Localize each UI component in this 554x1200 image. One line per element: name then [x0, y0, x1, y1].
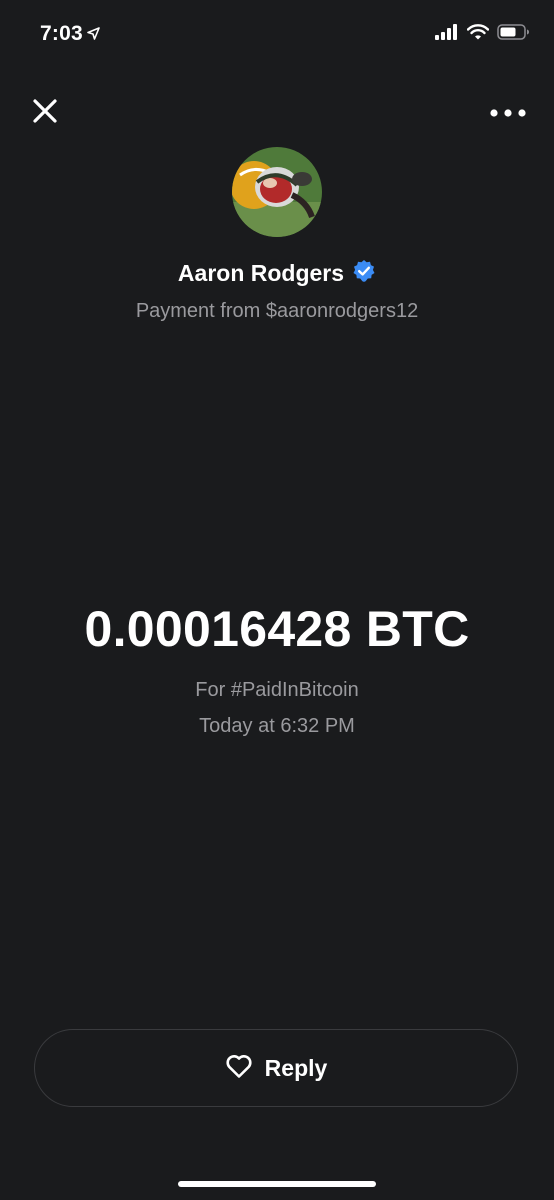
reply-label: Reply: [264, 1054, 328, 1081]
battery-icon: [497, 24, 530, 45]
close-button[interactable]: [28, 96, 62, 130]
sender-name: Aaron Rodgers: [177, 260, 345, 286]
more-options-button[interactable]: [488, 96, 528, 130]
status-time: 7:03: [40, 22, 83, 45]
reply-button[interactable]: Reply: [34, 1029, 518, 1107]
payment-subtitle: Payment from $aaronrodgers12: [135, 300, 419, 322]
location-arrow-icon: [87, 22, 100, 46]
signal-icon: [435, 24, 459, 45]
status-icons: [435, 24, 530, 45]
verified-badge-icon: [352, 259, 376, 288]
payment-note: For #PaidInBitcoin: [195, 679, 359, 701]
heart-icon: [225, 1053, 253, 1084]
wifi-icon: [466, 24, 490, 45]
status-bar: 7:03: [0, 0, 554, 70]
payment-amount: 0.00016428 BTC: [84, 601, 470, 657]
home-indicator[interactable]: [178, 1181, 376, 1187]
more-icon: [490, 104, 526, 122]
top-bar: [0, 90, 554, 134]
close-icon: [32, 98, 58, 129]
payment-timestamp: Today at 6:32 PM: [199, 715, 355, 737]
sender-row: Aaron Rodgers: [0, 259, 554, 288]
avatar[interactable]: [232, 147, 322, 237]
status-time-group: 7:03: [40, 22, 100, 46]
